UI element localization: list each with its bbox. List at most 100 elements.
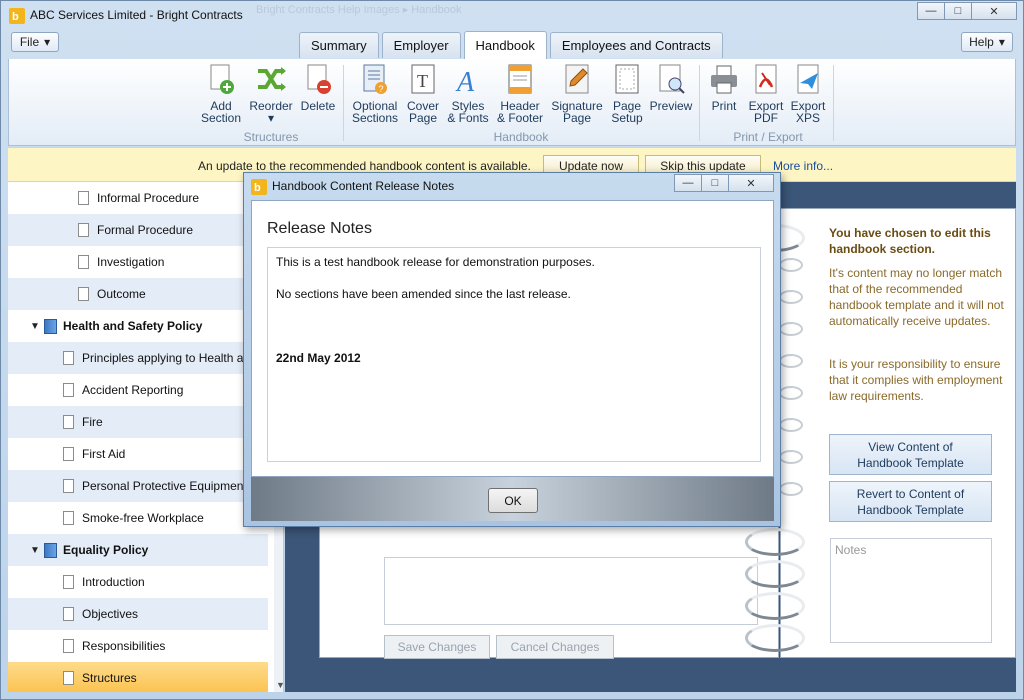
tree-item[interactable]: Responsibilities [8,630,268,662]
ribbon-separator [343,65,344,141]
binder-ring-icon [779,450,803,464]
tree-item[interactable]: Formal Procedure [8,214,268,246]
tree-item[interactable]: ▼ Health and Safety Policy [8,310,268,342]
optional-sections-icon: ? [359,63,391,97]
help-menu-button[interactable]: Help ▾ [961,32,1013,52]
release-notes-line-2: No sections have been amended since the … [276,287,571,301]
xps-icon [792,63,824,97]
cover-page-label-2: Page [408,111,438,125]
tree-item[interactable]: Personal Protective Equipment [8,470,268,502]
tree-item-label: Health and Safety Policy [63,319,203,333]
tree-item[interactable]: Introduction [8,566,268,598]
reorder-icon [255,63,287,97]
tree-item[interactable]: Smoke-free Workplace [8,502,268,534]
file-menu-label: File [19,35,40,49]
tree-item[interactable]: First Aid [8,438,268,470]
tab-employer[interactable]: Employer [381,32,461,58]
document-icon [63,671,74,685]
save-changes-button[interactable]: Save Changes [384,635,490,659]
dialog-minimize-button[interactable]: — [674,174,702,192]
tree-item[interactable]: Principles applying to Health and Safety [8,342,283,374]
tab-summary[interactable]: Summary [299,32,379,58]
maximize-button[interactable]: □ [944,2,972,20]
ok-button[interactable]: OK [488,488,538,513]
preview-label: Preview [649,99,693,113]
header-footer-button[interactable]: Header & Footer [495,63,545,124]
release-notes-text: This is a test handbook release for demo… [267,247,761,462]
export-xps-button[interactable]: Export XPS [788,63,828,124]
tree-item-label: Responsibilities [82,639,166,653]
help-menu-label: Help [969,35,994,49]
print-button[interactable]: Print [706,63,742,112]
ribbon-separator [833,65,834,141]
add-section-label-2: Section [201,111,242,125]
document-icon [63,639,74,653]
more-info-link[interactable]: More info... [773,159,833,173]
document-icon [78,287,89,301]
book-icon [44,318,57,334]
cover-page-button[interactable]: T Cover Page [403,63,443,124]
signature-page-button[interactable]: Signature Page [550,63,604,124]
styles-fonts-button[interactable]: A Styles & Fonts [446,63,490,124]
add-section-button[interactable]: Add Section [201,63,241,124]
expand-arrow-icon[interactable]: ▼ [30,545,44,556]
print-export-group-label: Print / Export [733,130,803,144]
dialog-close-button[interactable]: ✕ [728,174,774,192]
window-controls: — □ ✕ [917,2,1017,20]
binder-ring-icon [779,290,803,304]
expand-arrow-icon[interactable]: ▼ [30,321,44,332]
notes-field[interactable]: Notes [830,538,992,643]
tree-item[interactable]: Accident Reporting [8,374,268,406]
optional-sections-label-2: Sections [351,111,399,125]
scroll-down-arrow-icon[interactable]: ▼ [276,680,283,690]
document-icon [63,383,74,397]
tree-item[interactable]: Objectives [8,598,268,630]
file-menu-button[interactable]: File ▾ [11,32,59,52]
reorder-button[interactable]: Reorder ▾ [247,63,295,124]
tree-item-label: Fire [82,415,103,429]
add-section-icon [205,63,237,97]
tree-item[interactable]: Informal Procedure [8,182,268,214]
tree-item-label: Equality Policy [63,543,149,557]
tree-item[interactable]: Fire [8,406,268,438]
app-logo-icon: b [9,8,25,24]
handbook-group-label: Handbook [493,130,549,144]
document-icon [63,575,74,589]
document-icon [63,607,74,621]
tab-handbook[interactable]: Handbook [463,31,547,59]
minimize-button[interactable]: — [917,2,945,20]
page-setup-button[interactable]: Page Setup [607,63,647,124]
export-xps-label-2: XPS [795,111,820,125]
tree-item-selected[interactable]: Structures [8,662,268,692]
tree-item[interactable]: Investigation [8,246,268,278]
dialog-maximize-button[interactable]: □ [701,174,729,192]
styles-fonts-icon: A [452,63,484,98]
document-icon [78,255,89,269]
export-pdf-button[interactable]: Export PDF [746,63,786,124]
release-notes-heading: Release Notes [267,220,372,237]
preview-icon [655,63,687,97]
section-text-editor[interactable] [384,557,758,625]
tree-item-label: Investigation [97,255,165,269]
delete-label: Delete [300,99,336,113]
cancel-changes-button[interactable]: Cancel Changes [496,635,614,659]
preview-button[interactable]: Preview [649,63,693,112]
delete-button[interactable]: Delete [298,63,338,112]
release-notes-line-1: This is a test handbook release for demo… [276,255,595,269]
tree-item[interactable]: Outcome [8,278,268,310]
document-icon [78,191,89,205]
close-button[interactable]: ✕ [971,2,1017,20]
view-template-button[interactable]: View Content of Handbook Template [829,434,992,475]
revert-template-button[interactable]: Revert to Content of Handbook Template [829,481,992,522]
tab-employees-and-contracts[interactable]: Employees and Contracts [549,32,723,58]
binder-ring-icon [779,418,803,432]
tree-item-label: Structures [82,671,137,685]
ribbon: Add Section Reorder ▾ Delete Structures … [8,59,1016,146]
cover-page-icon: T [407,63,439,97]
view-template-label-1: View Content of [868,440,953,454]
tree-item[interactable]: ▼ Equality Policy [8,534,268,566]
optional-sections-button[interactable]: ? Optional Sections [348,63,402,124]
tree-item-label: Smoke-free Workplace [82,511,204,525]
